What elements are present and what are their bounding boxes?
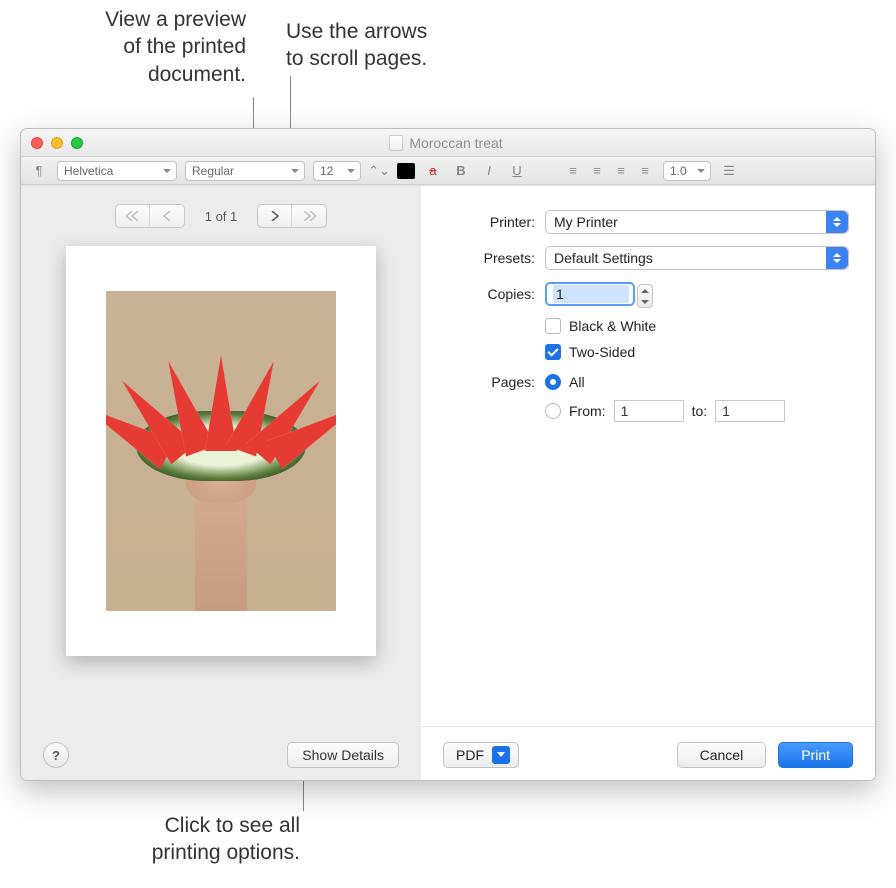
print-dialog: 1 of 1 bbox=[21, 185, 875, 781]
preview-image bbox=[106, 291, 336, 611]
to-input[interactable]: 1 bbox=[715, 400, 785, 422]
spacing-value: 1.0 bbox=[670, 164, 687, 178]
pager-back-group bbox=[115, 204, 185, 228]
style-select[interactable]: Regular bbox=[185, 161, 305, 181]
bw-label: Black & White bbox=[569, 318, 656, 334]
show-details-label: Show Details bbox=[302, 747, 384, 763]
from-value: 1 bbox=[621, 403, 629, 419]
size-stepper-icon[interactable]: ⌃⌄ bbox=[369, 162, 389, 180]
pager-first-icon[interactable] bbox=[116, 205, 150, 227]
show-details-button[interactable]: Show Details bbox=[287, 742, 399, 768]
align-right-icon[interactable]: ≡ bbox=[611, 162, 631, 180]
pager-next-icon[interactable] bbox=[258, 205, 292, 227]
presets-select[interactable]: Default Settings bbox=[545, 246, 849, 270]
pages-label: Pages: bbox=[447, 374, 535, 390]
copies-value: 1 bbox=[553, 285, 629, 303]
app-window: Moroccan treat ¶ Helvetica Regular 12 ⌃⌄… bbox=[20, 128, 876, 781]
pdf-label: PDF bbox=[456, 747, 484, 763]
strikethrough-icon[interactable]: a bbox=[423, 162, 443, 180]
bold-icon[interactable]: B bbox=[451, 162, 471, 180]
font-value: Helvetica bbox=[64, 164, 113, 178]
style-value: Regular bbox=[192, 164, 234, 178]
close-icon[interactable] bbox=[31, 137, 43, 149]
bw-checkbox[interactable] bbox=[545, 318, 561, 334]
copies-label: Copies: bbox=[447, 286, 535, 302]
italic-icon[interactable]: I bbox=[479, 162, 499, 180]
pager-prev-icon[interactable] bbox=[150, 205, 184, 227]
dialog-bottom-bar: PDF Cancel Print bbox=[421, 726, 875, 781]
printer-row: Printer: My Printer bbox=[447, 210, 849, 234]
pager-label: 1 of 1 bbox=[197, 209, 245, 224]
printer-select[interactable]: My Printer bbox=[545, 210, 849, 234]
printer-value: My Printer bbox=[554, 214, 618, 230]
size-select[interactable]: 12 bbox=[313, 161, 361, 181]
format-toolbar: ¶ Helvetica Regular 12 ⌃⌄ a B I U ≡ ≡ ≡ … bbox=[21, 157, 875, 185]
preview-page bbox=[66, 246, 376, 656]
minimize-icon[interactable] bbox=[51, 137, 63, 149]
pages-all-radio[interactable] bbox=[545, 374, 561, 390]
presets-label: Presets: bbox=[447, 250, 535, 266]
cancel-button[interactable]: Cancel bbox=[677, 742, 767, 768]
underline-icon[interactable]: U bbox=[507, 162, 527, 180]
pages-all-label: All bbox=[569, 374, 585, 390]
align-center-icon[interactable]: ≡ bbox=[587, 162, 607, 180]
to-value: 1 bbox=[722, 403, 730, 419]
pages-row: Pages: All bbox=[447, 374, 849, 390]
dropdown-arrows-icon bbox=[826, 211, 848, 233]
pages-range-row: From: 1 to: 1 bbox=[545, 400, 849, 422]
align-justify-icon[interactable]: ≡ bbox=[635, 162, 655, 180]
font-select[interactable]: Helvetica bbox=[57, 161, 177, 181]
preview-pane: 1 of 1 bbox=[21, 186, 421, 781]
spacing-select[interactable]: 1.0 bbox=[663, 161, 711, 181]
cancel-label: Cancel bbox=[700, 747, 744, 763]
twosided-label: Two-Sided bbox=[569, 344, 635, 360]
list-icon[interactable]: ☰ bbox=[719, 162, 739, 180]
alignment-group: ≡ ≡ ≡ ≡ bbox=[563, 162, 655, 180]
document-title: Moroccan treat bbox=[83, 135, 809, 151]
window-controls bbox=[31, 137, 83, 149]
chevron-down-icon bbox=[492, 746, 510, 764]
pager-last-icon[interactable] bbox=[292, 205, 326, 227]
print-label: Print bbox=[801, 747, 830, 763]
callout-arrows: Use the arrowsto scroll pages. bbox=[286, 18, 466, 73]
pages-from-radio[interactable] bbox=[545, 403, 561, 419]
presets-value: Default Settings bbox=[554, 250, 653, 266]
twosided-checkbox[interactable] bbox=[545, 344, 561, 360]
stepper-arrows-icon[interactable] bbox=[637, 284, 653, 308]
print-button[interactable]: Print bbox=[778, 742, 853, 768]
help-button[interactable]: ? bbox=[43, 742, 69, 768]
document-title-text: Moroccan treat bbox=[409, 135, 502, 151]
callout-details: Click to see allprinting options. bbox=[100, 812, 300, 867]
zoom-icon[interactable] bbox=[71, 137, 83, 149]
callout-preview: View a previewof the printeddocument. bbox=[36, 6, 246, 88]
titlebar: Moroccan treat bbox=[21, 129, 875, 157]
help-icon: ? bbox=[52, 748, 60, 763]
bw-row: Black & White bbox=[545, 318, 849, 334]
dropdown-arrows-icon bbox=[826, 247, 848, 269]
align-left-icon[interactable]: ≡ bbox=[563, 162, 583, 180]
copies-stepper[interactable]: 1 bbox=[545, 282, 635, 306]
presets-row: Presets: Default Settings bbox=[447, 246, 849, 270]
from-label: From: bbox=[569, 403, 606, 419]
to-label: to: bbox=[692, 403, 708, 419]
size-value: 12 bbox=[320, 164, 333, 178]
twosided-row: Two-Sided bbox=[545, 344, 849, 360]
pdf-button[interactable]: PDF bbox=[443, 742, 519, 768]
pager-forward-group bbox=[257, 204, 327, 228]
page-navigator: 1 of 1 bbox=[43, 204, 399, 228]
from-input[interactable]: 1 bbox=[614, 400, 684, 422]
paragraph-icon: ¶ bbox=[29, 162, 49, 180]
printer-label: Printer: bbox=[447, 214, 535, 230]
options-pane: Printer: My Printer Presets: Default Set… bbox=[421, 186, 875, 781]
copies-row: Copies: 1 bbox=[447, 282, 849, 306]
text-color-swatch[interactable] bbox=[397, 163, 415, 179]
document-icon bbox=[389, 135, 403, 151]
